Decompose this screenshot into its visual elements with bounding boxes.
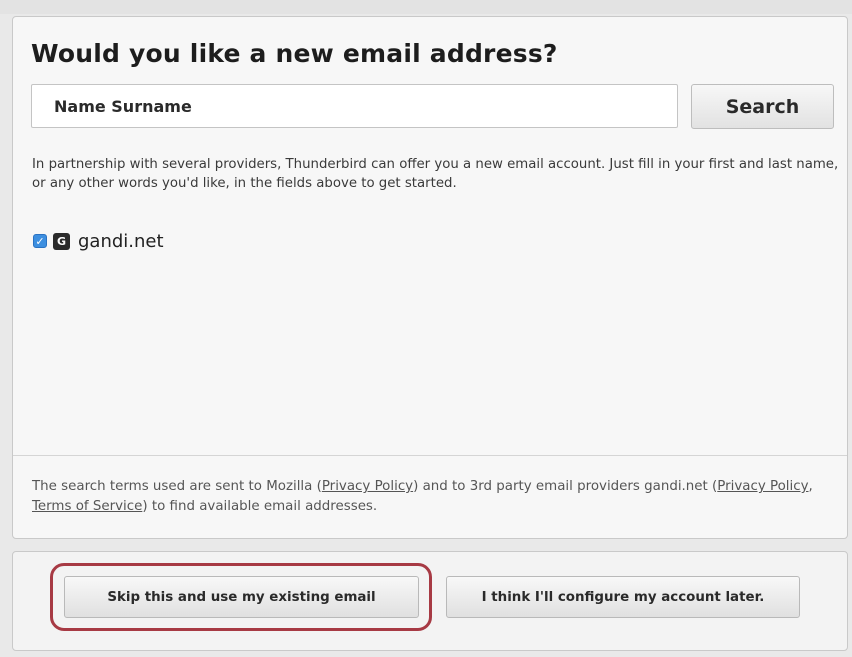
privacy-text-2: ) and to 3rd party email providers gandi… (413, 479, 718, 494)
privacy-note: The search terms used are sent to Mozill… (32, 477, 832, 517)
provider-checkbox[interactable]: ✓ (33, 234, 47, 248)
provider-name: gandi.net (78, 230, 164, 252)
window-top-strip (0, 0, 852, 14)
checkmark-icon: ✓ (35, 234, 45, 248)
search-button[interactable]: Search (691, 84, 834, 129)
privacy-text-4: ) to find available email addresses. (142, 499, 378, 514)
new-email-panel: Would you like a new email address? Sear… (12, 16, 848, 539)
page-title: Would you like a new email address? (31, 39, 558, 68)
divider (13, 455, 847, 456)
partnership-description: In partnership with several providers, T… (32, 157, 839, 191)
name-search-input[interactable] (31, 84, 678, 128)
footer-panel: Skip this and use my existing email I th… (12, 551, 848, 651)
configure-later-button[interactable]: I think I'll configure my account later. (446, 576, 800, 618)
gandi-privacy-policy-link[interactable]: Privacy Policy (717, 479, 808, 494)
mozilla-privacy-policy-link[interactable]: Privacy Policy (322, 479, 413, 494)
privacy-text-3: , (808, 479, 813, 494)
privacy-text-1: The search terms used are sent to Mozill… (32, 479, 322, 494)
provider-item-gandi[interactable]: ✓ G gandi.net (33, 229, 164, 253)
gandi-logo-icon: G (53, 232, 70, 250)
gandi-terms-of-service-link[interactable]: Terms of Service (32, 499, 142, 514)
skip-use-existing-email-button[interactable]: Skip this and use my existing email (64, 576, 419, 618)
